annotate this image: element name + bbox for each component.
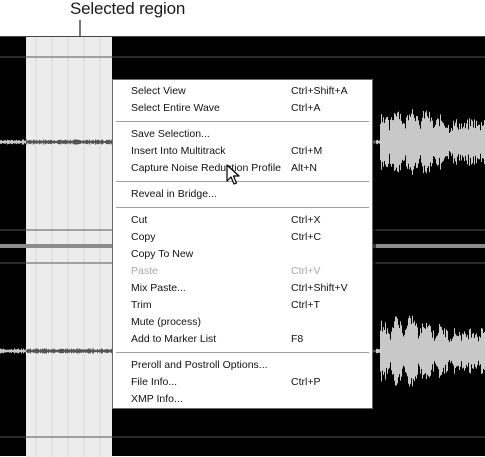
menu-item-shortcut: Ctrl+X [291,214,321,226]
menu-item-label: Trim [131,299,152,311]
menu-item-copy[interactable]: Copy Ctrl+C [113,229,372,246]
menu-item-label: Paste [131,265,158,277]
menu-separator [116,181,369,182]
menu-item-label: Copy To New [131,248,194,260]
menu-item-label: Capture Noise Reduction Profile [131,162,281,174]
menu-item-label: Mute (process) [131,316,202,328]
menu-item-capture-noise-reduction-profile[interactable]: Capture Noise Reduction Profile Alt+N [113,160,372,177]
menu-item-select-view[interactable]: Select View Ctrl+Shift+A [113,83,372,100]
menu-item-mute-process[interactable]: Mute (process) [113,314,372,331]
menu-item-label: Mix Paste... [131,282,186,294]
menu-item-shortcut: Ctrl+T [291,299,320,311]
menu-item-label: Preroll and Postroll Options... [131,359,268,371]
selected-region-callout: Selected region [0,0,485,46]
menu-item-shortcut: F8 [291,333,304,345]
menu-item-label: Copy [131,231,156,243]
menu-item-shortcut: Ctrl+A [291,102,321,114]
menu-item-copy-to-new[interactable]: Copy To New [113,246,372,263]
menu-item-label: Cut [131,214,148,226]
menu-separator [116,352,369,353]
menu-item-file-info[interactable]: File Info... Ctrl+P [113,374,372,391]
menu-item-reveal-in-bridge[interactable]: Reveal in Bridge... [113,186,372,203]
menu-item-xmp-info[interactable]: XMP Info... [113,391,372,408]
menu-item-shortcut: Ctrl+C [291,231,322,243]
menu-separator [116,121,369,122]
menu-item-label: Add to Marker List [131,333,217,345]
menu-item-label: Reveal in Bridge... [131,188,217,200]
menu-item-label: Select View [131,85,186,97]
menu-item-select-entire-wave[interactable]: Select Entire Wave Ctrl+A [113,100,372,117]
mouse-pointer-icon [226,164,240,185]
menu-item-shortcut: Ctrl+V [291,265,321,277]
context-menu: Select View Ctrl+Shift+A Select Entire Wav… [112,79,373,409]
menu-item-shortcut: Ctrl+Shift+V [291,282,348,294]
menu-item-cut[interactable]: Cut Ctrl+X [113,212,372,229]
menu-item-trim[interactable]: Trim Ctrl+T [113,297,372,314]
menu-separator [116,207,369,208]
menu-item-shortcut: Ctrl+M [291,145,323,157]
menu-item-mix-paste[interactable]: Mix Paste... Ctrl+Shift+V [113,280,372,297]
menu-item-label: Save Selection... [131,128,210,140]
menu-item-save-selection[interactable]: Save Selection... [113,126,372,143]
callout-label: Selected region [70,0,186,18]
menu-item-label: File Info... [131,376,178,388]
menu-item-label: Insert Into Multitrack [131,145,226,157]
menu-item-add-to-marker-list[interactable]: Add to Marker List F8 [113,331,372,348]
menu-item-preroll-and-postroll-options[interactable]: Preroll and Postroll Options... [113,357,372,374]
menu-item-shortcut: Alt+N [291,162,317,174]
menu-item-label: XMP Info... [131,393,183,405]
menu-item-shortcut: Ctrl+P [291,376,321,388]
menu-item-paste: Paste Ctrl+V [113,263,372,280]
menu-item-shortcut: Ctrl+Shift+A [291,85,348,97]
menu-item-insert-into-multitrack[interactable]: Insert Into Multitrack Ctrl+M [113,143,372,160]
menu-item-label: Select Entire Wave [131,102,220,114]
